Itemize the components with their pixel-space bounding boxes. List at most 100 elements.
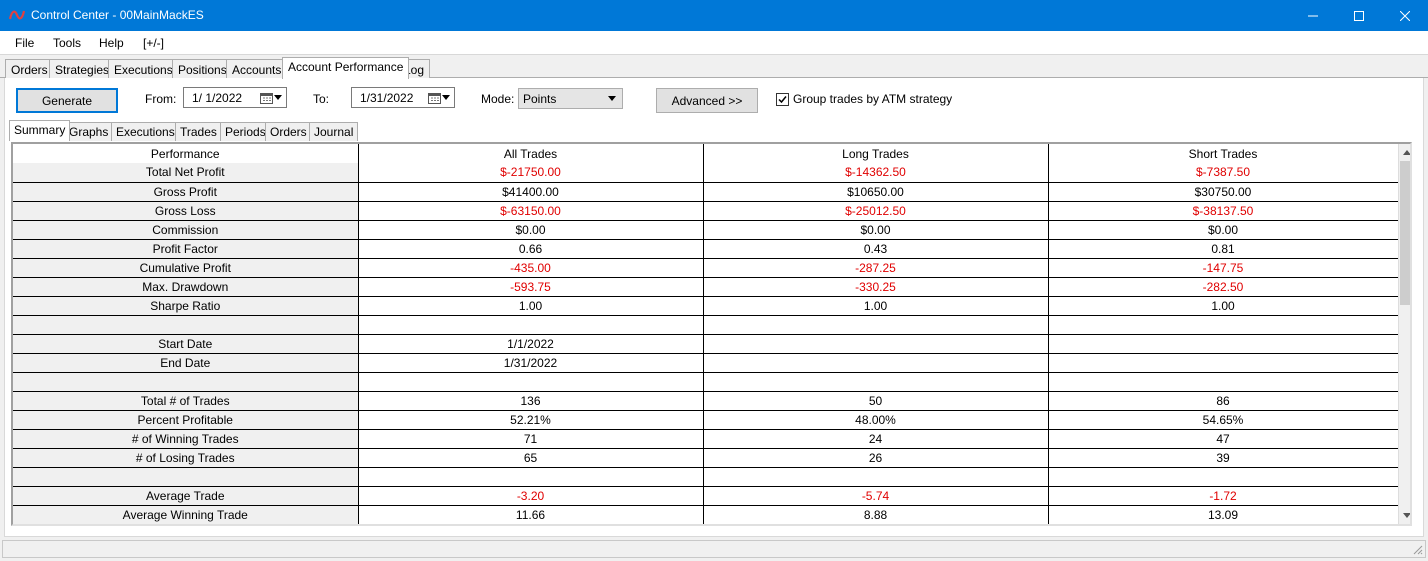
row-label[interactable]: # of Winning Trades [13,429,359,449]
subtab-periods[interactable]: Periods [220,122,271,141]
table-cell[interactable]: $-7387.50 [1048,163,1399,183]
subtab-summary[interactable]: Summary [9,120,71,141]
row-label[interactable] [13,372,359,392]
table-cell[interactable] [1048,334,1399,354]
row-label[interactable]: Gross Loss [13,201,359,221]
table-cell[interactable]: 86 [1048,391,1399,411]
menu-toggle[interactable]: [+/-] [143,36,164,50]
table-cell[interactable]: $-21750.00 [358,163,704,183]
row-label[interactable]: Total Net Profit [13,163,359,183]
vertical-scrollbar[interactable] [1398,144,1410,524]
row-label[interactable]: # of Losing Trades [13,448,359,468]
table-cell[interactable]: 1/1/2022 [358,334,704,354]
table-cell[interactable]: $-38137.50 [1048,201,1399,221]
table-cell[interactable]: -435.00 [358,258,704,278]
column-header[interactable]: Short Trades [1048,144,1399,163]
table-cell[interactable]: $-63150.00 [358,201,704,221]
table-cell[interactable]: -3.20 [358,486,704,506]
row-label[interactable]: Sharpe Ratio [13,296,359,316]
column-header[interactable]: Performance [13,144,359,163]
from-date-picker[interactable]: 1/ 1/2022 [183,87,287,108]
table-cell[interactable]: -330.25 [703,277,1049,297]
menu-tools[interactable]: Tools [53,36,81,50]
generate-button[interactable]: Generate [16,88,118,113]
table-cell[interactable] [703,334,1049,354]
subtab-trades[interactable]: Trades [175,122,222,141]
table-cell[interactable]: $0.00 [703,220,1049,240]
table-cell[interactable]: 1.00 [1048,296,1399,316]
row-label[interactable]: Profit Factor [13,239,359,259]
table-cell[interactable] [703,315,1049,335]
table-cell[interactable]: 48.00% [703,410,1049,430]
table-cell[interactable]: 1.00 [703,296,1049,316]
table-cell[interactable]: 50 [703,391,1049,411]
table-cell[interactable]: -147.75 [1048,258,1399,278]
table-cell[interactable] [703,353,1049,373]
table-cell[interactable]: 39 [1048,448,1399,468]
table-cell[interactable] [358,315,704,335]
row-label[interactable]: Gross Profit [13,182,359,202]
table-cell[interactable]: 54.65% [1048,410,1399,430]
table-cell[interactable] [358,372,704,392]
table-cell[interactable]: $0.00 [1048,220,1399,240]
table-cell[interactable]: $-25012.50 [703,201,1049,221]
row-label[interactable]: End Date [13,353,359,373]
table-cell[interactable]: $30750.00 [1048,182,1399,202]
table-cell[interactable]: 1/31/2022 [358,353,704,373]
table-cell[interactable]: -282.50 [1048,277,1399,297]
scroll-up-icon[interactable] [1403,150,1410,155]
row-label[interactable]: Cumulative Profit [13,258,359,278]
table-cell[interactable]: -1.72 [1048,486,1399,506]
row-label[interactable] [13,315,359,335]
tab-executions[interactable]: Executions [108,59,179,79]
table-cell[interactable] [703,372,1049,392]
table-cell[interactable]: 65 [358,448,704,468]
table-cell[interactable]: $41400.00 [358,182,704,202]
table-cell[interactable] [1048,315,1399,335]
row-label[interactable]: Total # of Trades [13,391,359,411]
resize-grip-icon[interactable] [1413,545,1423,555]
table-cell[interactable]: 52.21% [358,410,704,430]
tab-orders[interactable]: Orders [5,59,54,79]
column-header[interactable]: All Trades [358,144,704,163]
mode-select[interactable]: Points [518,88,623,109]
row-label[interactable]: Average Trade [13,486,359,506]
table-cell[interactable]: -5.74 [703,486,1049,506]
scroll-thumb[interactable] [1400,161,1410,305]
row-label[interactable]: Max. Drawdown [13,277,359,297]
table-cell[interactable] [1048,353,1399,373]
row-label[interactable]: Commission [13,220,359,240]
table-cell[interactable]: 11.66 [358,505,704,524]
column-header[interactable]: Long Trades [703,144,1049,163]
to-date-picker[interactable]: 1/31/2022 [351,87,455,108]
table-cell[interactable]: 71 [358,429,704,449]
table-cell[interactable] [1048,467,1399,487]
table-cell[interactable]: 0.81 [1048,239,1399,259]
table-cell[interactable]: $0.00 [358,220,704,240]
tab-accounts[interactable]: Accounts [226,59,288,79]
table-cell[interactable]: 0.66 [358,239,704,259]
maximize-button[interactable] [1336,0,1382,31]
table-cell[interactable]: -287.25 [703,258,1049,278]
scroll-down-icon[interactable] [1403,513,1410,518]
subtab-graphs[interactable]: Graphs [64,122,114,141]
tab-positions[interactable]: Positions [172,59,233,79]
subtab-orders[interactable]: Orders [265,122,312,141]
group-trades-checkbox[interactable] [776,93,789,106]
table-cell[interactable] [703,467,1049,487]
table-cell[interactable]: 26 [703,448,1049,468]
table-cell[interactable] [358,467,704,487]
table-cell[interactable]: 1.00 [358,296,704,316]
table-cell[interactable]: -593.75 [358,277,704,297]
table-cell[interactable]: 24 [703,429,1049,449]
table-cell[interactable]: 8.88 [703,505,1049,524]
advanced-button[interactable]: Advanced >> [656,88,758,113]
table-cell[interactable]: $10650.00 [703,182,1049,202]
subtab-journal[interactable]: Journal [309,122,359,141]
row-label[interactable]: Average Winning Trade [13,505,359,524]
row-label[interactable] [13,467,359,487]
table-cell[interactable]: 47 [1048,429,1399,449]
table-cell[interactable]: $-14362.50 [703,163,1049,183]
subtab-executions[interactable]: Executions [111,122,180,141]
tab-account-performance[interactable]: Account Performance [282,57,410,79]
